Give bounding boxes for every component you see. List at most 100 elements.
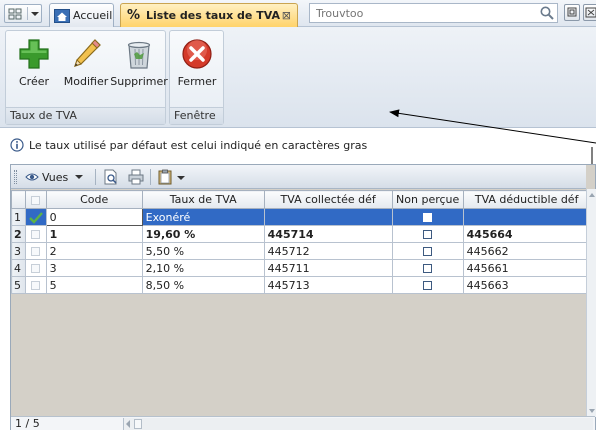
close-icon[interactable]: ⊠ (282, 9, 291, 22)
restore-icon (567, 7, 577, 17)
modify-button-label: Modifier (63, 75, 109, 88)
cell-collected[interactable]: 445713 (263, 276, 393, 294)
cell-code[interactable]: 2 (45, 242, 143, 260)
column-header-non-percue[interactable]: Non perçue (391, 190, 464, 209)
cell-rate[interactable]: 8,50 % (141, 276, 265, 294)
row-checkbox[interactable] (24, 208, 47, 226)
cell-code[interactable]: 3 (45, 259, 143, 277)
restore-window-button[interactable] (564, 4, 580, 21)
grid-icon (8, 8, 22, 20)
tab-vat-rates[interactable]: % Liste des taux de TVA ⊠ (120, 3, 298, 27)
apps-menu-button[interactable] (4, 4, 42, 23)
print-preview-icon[interactable] (103, 169, 119, 185)
row-checkbox[interactable] (24, 242, 47, 260)
row-select-checkbox[interactable] (31, 264, 41, 273)
grid-toolbar: Vues (11, 165, 586, 189)
create-plus-icon (19, 39, 49, 69)
select-all-checkbox[interactable] (31, 195, 41, 205)
home-icon (54, 8, 70, 23)
close-button[interactable]: Fermer (172, 33, 222, 107)
cell-non-percue[interactable] (391, 259, 464, 277)
tab-bar: Accueil % Liste des taux de TVA ⊠ (0, 0, 596, 27)
cell-collected[interactable]: 445712 (263, 242, 393, 260)
scroll-thumb[interactable] (134, 419, 142, 429)
cell-rate[interactable]: 2,10 % (141, 259, 265, 277)
app-window: Accueil % Liste des taux de TVA ⊠ Trouvt… (0, 0, 596, 430)
cell-rate[interactable]: 5,50 % (141, 242, 265, 260)
ribbon-group-window: Fermer Fenêtre (169, 30, 224, 125)
row-checkbox[interactable] (24, 225, 47, 243)
pencil-icon (74, 39, 101, 67)
select-all-header[interactable] (24, 190, 47, 209)
scroll-left-icon[interactable] (126, 420, 130, 428)
column-header-code[interactable]: Code (45, 190, 143, 209)
search-icon[interactable] (539, 5, 555, 21)
close-icon (585, 7, 596, 18)
chevron-down-icon[interactable] (31, 12, 39, 16)
divider (27, 7, 28, 20)
scroll-up-icon[interactable] (587, 189, 596, 201)
create-button[interactable]: Créer (8, 33, 60, 107)
chevron-down-icon (75, 175, 84, 179)
info-message: Le taux utilisé par défaut est celui ind… (10, 137, 367, 153)
cell-collected[interactable] (263, 208, 393, 226)
row-checkbox[interactable] (24, 259, 47, 277)
cell-deductible[interactable] (462, 208, 591, 226)
column-header-collected[interactable]: TVA collectée déf (263, 190, 393, 209)
checkmark-icon (28, 211, 43, 224)
table-row[interactable]: 5 5 8,50 % 445713 445663 (11, 276, 591, 294)
cell-deductible[interactable]: 445663 (462, 276, 591, 294)
ribbon: Créer Modifier Supprimer Taux de TVA Fer… (0, 27, 596, 128)
info-text: Le taux utilisé par défaut est celui ind… (29, 138, 368, 152)
row-number: 3 (11, 242, 26, 260)
cell-deductible[interactable]: 445664 (462, 225, 591, 243)
row-number: 2 (11, 225, 26, 243)
search-input[interactable] (310, 4, 536, 22)
delete-button[interactable]: Supprimer (110, 33, 168, 107)
cell-collected[interactable]: 445711 (263, 259, 393, 277)
non-percue-checkbox[interactable] (423, 281, 433, 290)
cell-non-percue[interactable] (391, 225, 464, 243)
table-header: Code Taux de TVA TVA collectée déf Non p… (11, 190, 591, 209)
cell-non-percue[interactable] (391, 242, 464, 260)
cell-code[interactable]: 0 (45, 208, 143, 226)
column-header-rate[interactable]: Taux de TVA (141, 190, 265, 209)
vertical-scrollbar[interactable] (586, 189, 596, 417)
cell-code[interactable]: 1 (45, 225, 143, 243)
non-percue-checkbox[interactable] (423, 213, 433, 222)
row-select-checkbox[interactable] (31, 247, 41, 256)
toolbar-divider (95, 169, 96, 185)
cell-deductible[interactable]: 445662 (462, 242, 591, 260)
row-select-checkbox[interactable] (31, 230, 41, 239)
horizontal-scrollbar[interactable] (123, 418, 593, 430)
cell-deductible[interactable]: 445661 (462, 259, 591, 277)
tab-home-label: Accueil (73, 9, 113, 22)
modify-button[interactable]: Modifier (62, 33, 110, 107)
non-percue-checkbox[interactable] (423, 230, 433, 239)
non-percue-checkbox[interactable] (423, 264, 433, 273)
cell-rate[interactable]: 19,60 % (141, 225, 265, 243)
search-box (309, 3, 558, 23)
row-checkbox[interactable] (24, 276, 47, 294)
non-percue-checkbox[interactable] (423, 247, 433, 256)
table-row[interactable]: 3 2 5,50 % 445712 445662 (11, 242, 591, 260)
row-select-checkbox[interactable] (31, 281, 41, 290)
cell-rate[interactable]: Exonéré (141, 208, 265, 226)
table-row[interactable]: 2 1 19,60 % 445714 445664 (11, 225, 591, 243)
clipboard-icon[interactable] (157, 169, 173, 185)
ribbon-group-title: Fenêtre (170, 107, 223, 124)
close-window-button[interactable] (583, 4, 596, 21)
print-icon[interactable] (128, 169, 144, 185)
views-label: Vues (42, 170, 69, 184)
column-header-deductible[interactable]: TVA déductible déf (462, 190, 591, 209)
tab-home[interactable]: Accueil (49, 3, 114, 27)
cell-non-percue[interactable] (391, 208, 464, 226)
cell-code[interactable]: 5 (45, 276, 143, 294)
table-row[interactable]: 4 3 2,10 % 445711 445661 (11, 259, 591, 277)
table-row[interactable]: 1 0 Exonéré (11, 208, 591, 226)
cell-non-percue[interactable] (391, 276, 464, 294)
cell-collected[interactable]: 445714 (263, 225, 393, 243)
chevron-down-icon[interactable] (177, 176, 185, 180)
views-dropdown[interactable]: Vues (25, 168, 84, 186)
toolbar-grip[interactable] (14, 170, 17, 184)
